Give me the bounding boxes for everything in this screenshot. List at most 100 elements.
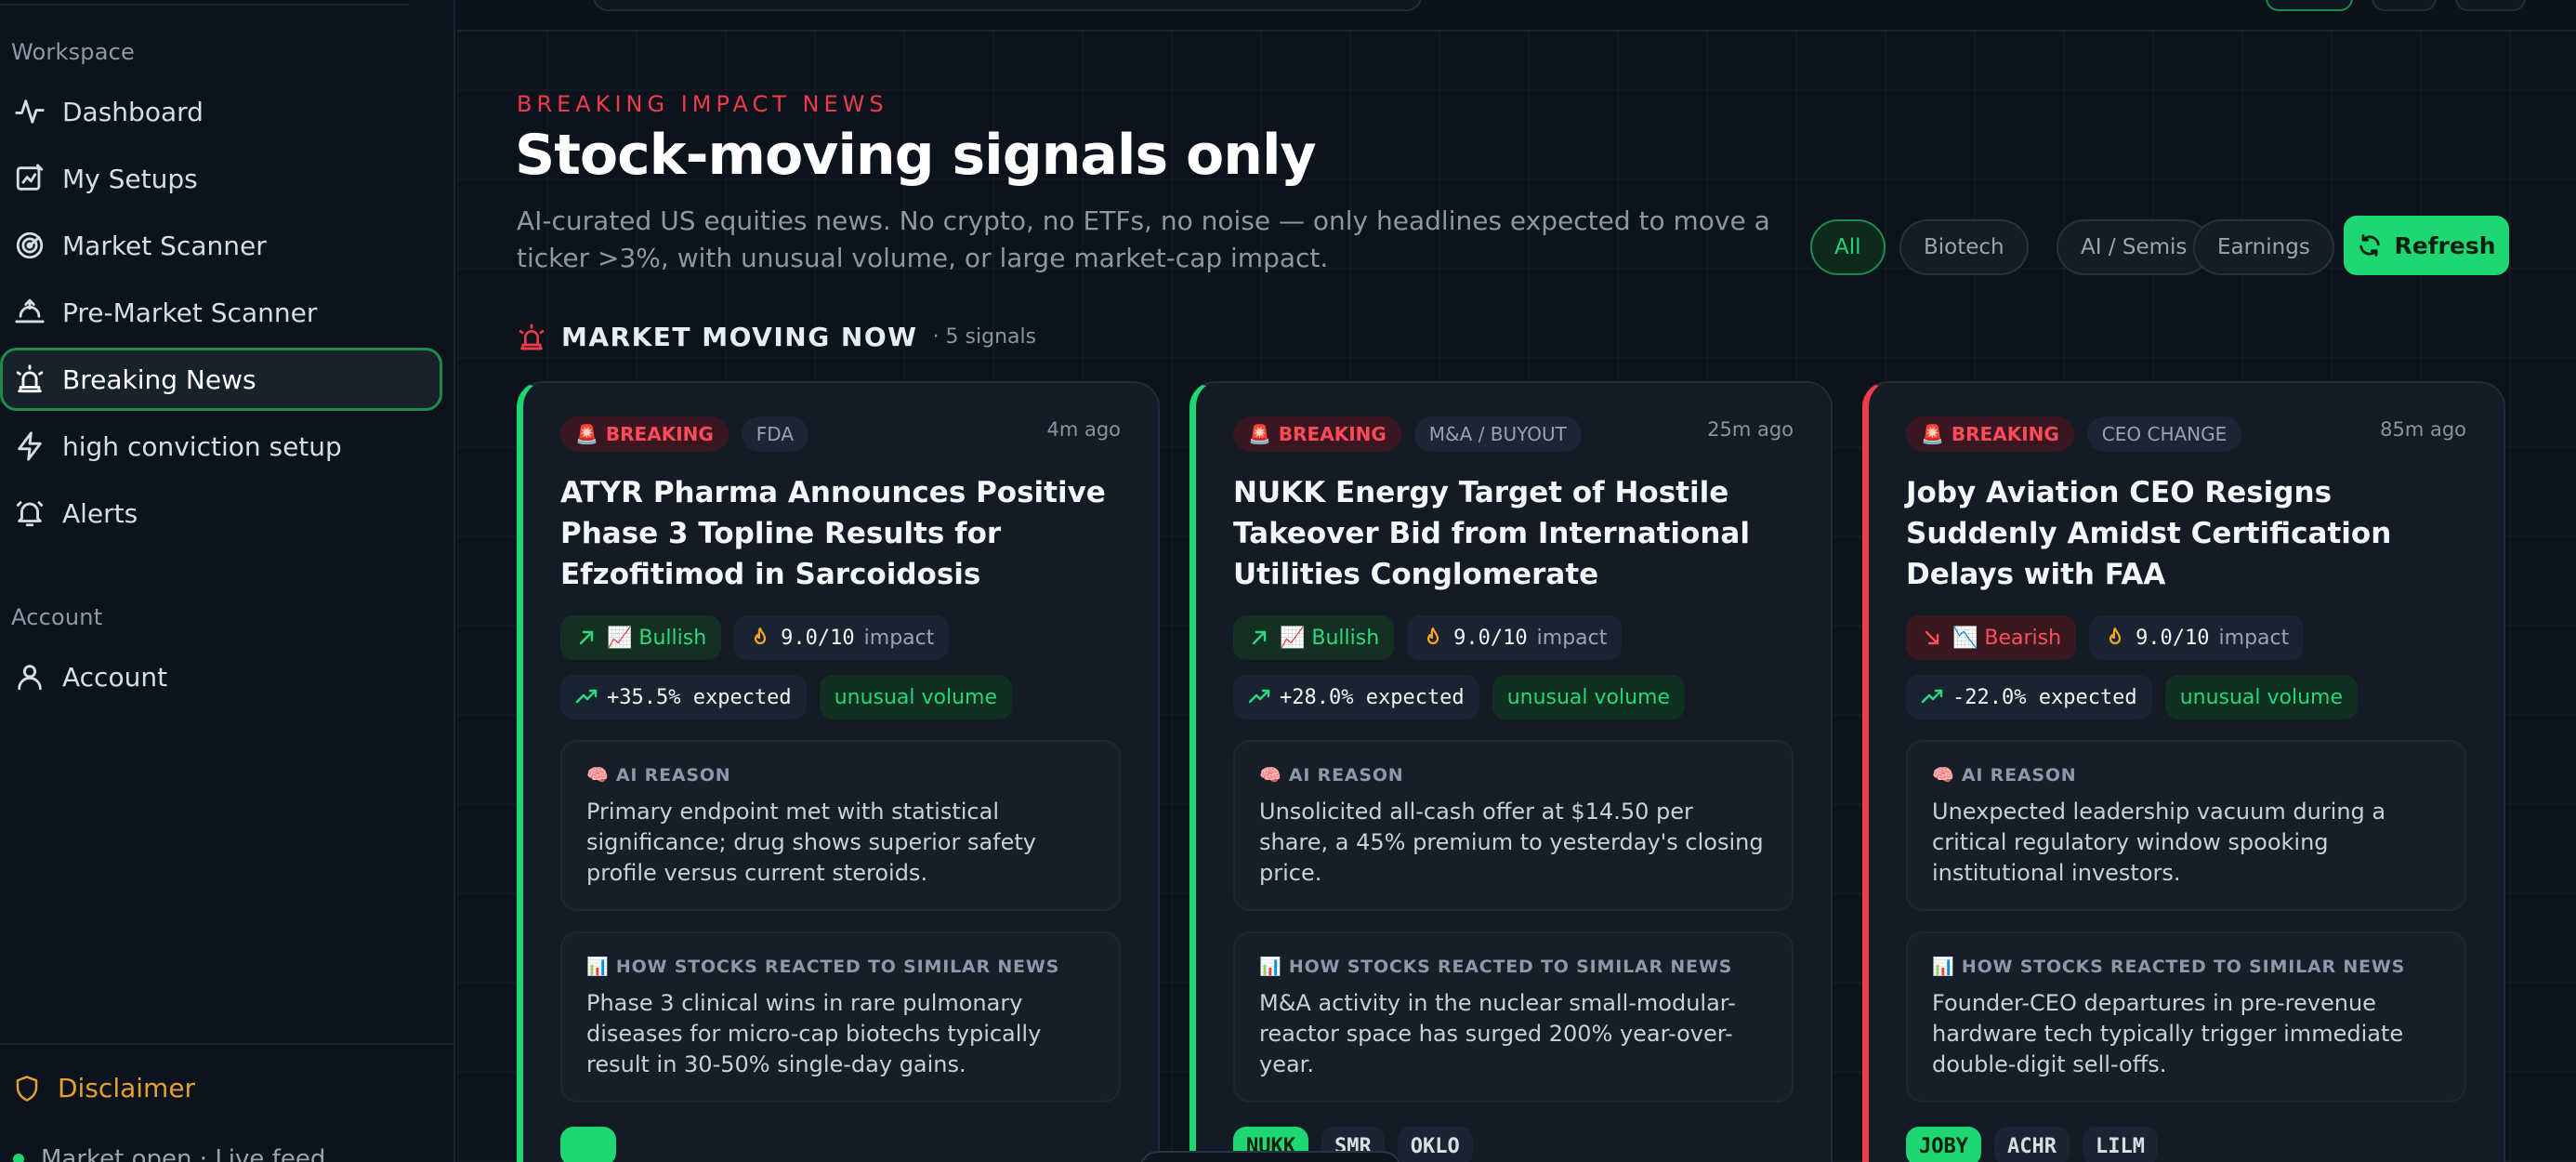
breaking-label: BREAKING [1951,423,2059,445]
sidebar-item-account[interactable]: Account [0,645,442,708]
news-card[interactable]: 🚨 BREAKING CEO CHANGE 85m ago Joby Aviati… [1862,381,2505,1162]
headline[interactable]: ATYR Pharma Announces Positive Phase 3 T… [560,472,1121,595]
topbar-icon-button[interactable] [2372,0,2437,11]
impact-score-label: impact [1536,626,1608,650]
sidebar-section-workspace: Workspace [11,39,135,65]
breaking-label: BREAKING [605,423,714,445]
ticker-chip[interactable]: OKLO [1397,1127,1473,1162]
sentiment-badge: 📈 Bullish [1233,615,1395,660]
ai-reason-label: 🧠 AI REASON [586,765,731,786]
impact-score-value: 9.0/10 [1453,626,1528,650]
expected-move: +28.0% expected [1233,675,1479,720]
expected-move: +35.5% expected [560,675,807,720]
ticker-chip[interactable]: LILM [2082,1127,2158,1162]
siren-icon: 🚨 [575,423,598,445]
siren-icon: 🚨 [1921,423,1944,445]
trending-up-icon [1921,689,1943,704]
sentiment-badge: 📉 Bearish [1906,615,2077,660]
history-label: 📊 HOW STOCKS REACTED TO SIMILAR NEWS [586,957,1060,977]
disclaimer-link[interactable]: Disclaimer [13,1073,195,1103]
ai-reason-text: Primary endpoint met with statistical si… [586,799,1036,886]
filter-earnings[interactable]: Earnings [2193,219,2334,275]
page-eyebrow: BREAKING IMPACT NEWS [517,91,888,117]
sidebar-item-alerts[interactable]: Alerts [0,482,442,545]
flame-icon [755,627,767,645]
filter-biotech[interactable]: Biotech [1899,219,2029,275]
ticker-chip[interactable] [560,1127,616,1162]
expected-move-value: +35.5% expected [607,685,792,709]
refresh-button[interactable]: Refresh [2344,216,2509,275]
impact-score: 9.0/10 impact [1407,615,1623,660]
flame-icon [2109,627,2122,645]
breaking-badge: 🚨 BREAKING [560,416,729,452]
impact-score-value: 9.0/10 [2136,626,2210,650]
ticker-chip[interactable]: JOBY [1906,1127,1981,1162]
sidebar-item-pre-market-scanner[interactable]: Pre-Market Scanner [0,281,442,344]
history-panel: 📊 HOW STOCKS REACTED TO SIMILAR NEWS M&A… [1233,931,1794,1103]
scroll-to-top-button[interactable] [1139,1151,1401,1162]
refresh-label: Refresh [2394,231,2496,259]
ai-reason-text: Unexpected leadership vacuum during a cr… [1932,799,2386,886]
impact-score-label: impact [863,626,935,650]
sidebar-item-dashboard[interactable]: Dashboard [0,80,442,143]
sidebar-item-market-scanner[interactable]: Market Scanner [0,214,442,277]
arrow-up-right-icon [1252,630,1267,645]
page-title: Stock-moving signals only [515,123,1317,188]
impact-score-value: 9.0/10 [781,626,855,650]
history-text: M&A activity in the nuclear small-modula… [1259,990,1736,1077]
trending-up-icon [575,689,598,704]
expected-move-value: +28.0% expected [1280,685,1465,709]
sidebar-item-high-conviction-setup[interactable]: high conviction setup [0,415,442,478]
ai-reason-panel: 🧠 AI REASON Unexpected leadership vacuum… [1906,740,2466,911]
breaking-label: BREAKING [1278,423,1387,445]
expected-move-value: -22.0% expected [1952,685,2137,709]
feed-status: Market open · Live feed [13,1145,325,1162]
siren-icon [16,364,44,393]
category-badge: FDA [741,416,809,452]
sidebar-item-label: Account [62,661,168,693]
search-input[interactable] [593,0,1422,11]
sidebar-item-label: Market Scanner [62,230,267,261]
category-badge: CEO CHANGE [2086,416,2242,452]
sidebar-bottom-divider [0,1043,455,1045]
topbar-action-button[interactable] [2266,0,2353,11]
timestamp: 25m ago [1707,418,1794,441]
history-label: 📊 HOW STOCKS REACTED TO SIMILAR NEWS [1259,957,1733,977]
sidebar-item-breaking-news[interactable]: Breaking News [0,348,442,411]
sidebar-item-label: Pre-Market Scanner [62,297,318,328]
ai-reason-label: 🧠 AI REASON [1932,765,2077,786]
user-icon [18,665,42,691]
section-title: MARKET MOVING NOW [561,322,918,352]
news-card[interactable]: 🚨 BREAKING FDA 4m ago ATYR Pharma Announc… [517,381,1160,1162]
news-card[interactable]: 🚨 BREAKING M&A / BUYOUT 25m ago NUKK Ener… [1189,381,1833,1162]
unusual-volume-badge: unusual volume [2164,675,2359,720]
headline[interactable]: NUKK Energy Target of Hostile Takeover B… [1233,472,1794,595]
sidebar-section-account: Account [11,604,103,630]
ai-reason-text: Unsolicited all-cash offer at $14.50 per… [1259,799,1764,886]
filter-ai-semis[interactable]: AI / Semis [2057,219,2212,275]
sunrise-icon [15,298,45,324]
sidebar: Workspace Dashboard My Setups Market Sca… [0,0,455,1162]
topbar-icon-button[interactable] [2455,0,2526,11]
sidebar-item-label: high conviction setup [62,430,342,462]
radar-icon [16,231,44,259]
sidebar-item-label: Dashboard [62,96,204,127]
top-bar [457,0,2576,32]
sidebar-item-label: Breaking News [62,363,256,395]
history-panel: 📊 HOW STOCKS REACTED TO SIMILAR NEWS Fou… [1906,931,2466,1103]
category-badge: M&A / BUYOUT [1413,416,1582,452]
refresh-icon [2359,234,2381,257]
sidebar-item-my-setups[interactable]: My Setups [0,147,442,210]
ticker-chip[interactable]: ACHR [1993,1127,2070,1162]
sentiment-badge: 📈 Bullish [560,615,722,660]
disclaimer-label: Disclaimer [58,1073,196,1103]
sentiment-label: 📈 Bullish [1280,626,1380,650]
live-dot-icon [13,1154,24,1162]
history-panel: 📊 HOW STOCKS REACTED TO SIMILAR NEWS Pha… [560,931,1121,1103]
breaking-badge: 🚨 BREAKING [1906,416,2074,452]
filter-all[interactable]: All [1810,219,1886,275]
siren-icon: 🚨 [1248,423,1271,445]
unusual-volume-badge: unusual volume [1492,675,1686,720]
headline[interactable]: Joby Aviation CEO Resigns Suddenly Amids… [1906,472,2466,595]
breaking-badge: 🚨 BREAKING [1233,416,1401,452]
